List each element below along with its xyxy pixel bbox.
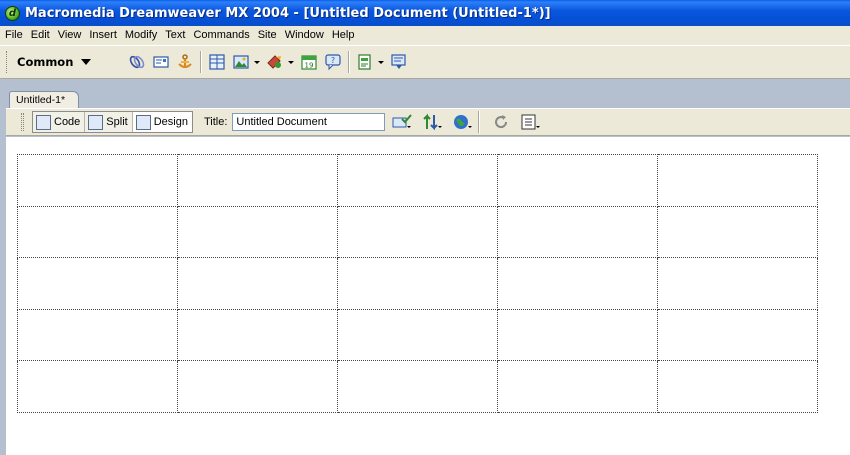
image-icon[interactable]	[230, 51, 252, 73]
comment-icon[interactable]: ?	[322, 51, 344, 73]
split-view-button[interactable]: Split	[85, 112, 133, 132]
svg-text:19: 19	[305, 62, 314, 70]
design-canvas[interactable]	[6, 137, 850, 455]
table-cell[interactable]	[337, 308, 498, 362]
table-cell[interactable]	[337, 154, 498, 207]
table-cell[interactable]	[177, 154, 338, 207]
toolbar-grip[interactable]	[21, 113, 24, 131]
insert-category-dropdown[interactable]: Common	[17, 55, 125, 69]
window-title: Macromedia Dreamweaver MX 2004 - [Untitl…	[25, 5, 551, 21]
split-view-icon	[88, 114, 104, 130]
table-cell[interactable]	[657, 308, 818, 362]
table-cell[interactable]	[177, 360, 338, 413]
toolbar-separator	[478, 111, 481, 133]
menu-modify[interactable]: Modify	[121, 27, 161, 44]
insert-toolbar: Common 19 ?	[0, 45, 850, 79]
dreamweaver-logo-icon[interactable]: d	[5, 5, 20, 21]
table-cell[interactable]	[177, 205, 338, 259]
table-cell[interactable]	[17, 205, 178, 259]
table-cell[interactable]	[657, 154, 818, 207]
hyperlink-icon[interactable]	[126, 51, 148, 73]
chevron-down-icon	[81, 59, 92, 65]
validate-icon[interactable]	[421, 111, 445, 133]
media-icon[interactable]	[264, 51, 286, 73]
design-view-label: Design	[153, 116, 188, 128]
table-cell[interactable]	[337, 360, 498, 413]
table-cell[interactable]	[17, 360, 178, 413]
toolbar-grip[interactable]	[6, 51, 10, 73]
table-cell[interactable]	[497, 154, 658, 207]
menu-view[interactable]: View	[54, 27, 86, 44]
table-cell[interactable]	[177, 257, 338, 310]
table-cell[interactable]	[17, 154, 178, 207]
file-management-icon[interactable]	[391, 111, 415, 133]
table-row	[17, 257, 818, 310]
table-row	[17, 154, 818, 207]
document-toolbar: Code Split Design Title:	[6, 108, 850, 136]
tab-untitled-1[interactable]: Untitled-1*	[9, 91, 79, 109]
code-view-icon	[36, 114, 51, 130]
table-cell[interactable]	[497, 205, 658, 259]
table-icon[interactable]	[206, 51, 228, 73]
templates-icon[interactable]	[354, 51, 376, 73]
table-row	[17, 308, 818, 362]
table-cell[interactable]	[497, 308, 658, 362]
menu-commands[interactable]: Commands	[189, 27, 253, 44]
table-cell[interactable]	[657, 360, 818, 413]
window-title-bar[interactable]: d Macromedia Dreamweaver MX 2004 - [Unti…	[0, 0, 850, 26]
table-cell[interactable]	[497, 360, 658, 413]
table-row	[17, 205, 818, 259]
table-cell[interactable]	[177, 308, 338, 362]
title-label: Title:	[203, 116, 228, 128]
media-dropdown-arrow[interactable]	[288, 60, 294, 64]
table-cell[interactable]	[337, 257, 498, 310]
refresh-icon[interactable]	[489, 111, 513, 133]
insert-category-label: Common	[17, 55, 74, 69]
code-view-label: Code	[54, 116, 81, 128]
design-view-icon	[135, 114, 151, 130]
tag-chooser-icon[interactable]	[388, 51, 410, 73]
design-view-button[interactable]: Design	[132, 112, 192, 132]
preview-browser-icon[interactable]	[451, 111, 475, 133]
code-view-button[interactable]: Code	[33, 112, 86, 132]
email-link-icon[interactable]	[150, 51, 172, 73]
table-cell[interactable]	[657, 205, 818, 259]
view-options-icon[interactable]	[519, 111, 543, 133]
menu-window[interactable]: Window	[281, 27, 328, 44]
menu-edit[interactable]: Edit	[27, 27, 54, 44]
image-dropdown-arrow[interactable]	[254, 60, 260, 64]
menu-text[interactable]: Text	[161, 27, 189, 44]
toolbar-separator	[200, 51, 202, 73]
date-icon[interactable]: 19	[298, 51, 320, 73]
templates-dropdown-arrow[interactable]	[378, 60, 384, 64]
menu-bar: File Edit View Insert Modify Text Comman…	[0, 26, 850, 45]
split-view-label: Split	[106, 116, 128, 128]
menu-site[interactable]: Site	[254, 27, 281, 44]
document-window: Untitled-1* Code Split Design Title:	[0, 79, 850, 455]
menu-file[interactable]: File	[1, 27, 27, 44]
view-mode-group: Code Split Design	[32, 111, 193, 133]
svg-text:?: ?	[331, 56, 335, 65]
table-cell[interactable]	[337, 205, 498, 259]
table-cell[interactable]	[17, 257, 178, 310]
toolbar-separator	[348, 51, 350, 73]
table-row	[17, 360, 818, 413]
named-anchor-icon[interactable]	[174, 51, 196, 73]
menu-help[interactable]: Help	[328, 27, 359, 44]
table-cell[interactable]	[657, 257, 818, 310]
table-cell[interactable]	[17, 308, 178, 362]
document-title-input[interactable]	[232, 113, 386, 131]
document-tab-strip: Untitled-1*	[0, 87, 850, 109]
menu-insert[interactable]: Insert	[85, 27, 121, 44]
table-cell[interactable]	[497, 257, 658, 310]
layout-table[interactable]	[17, 154, 818, 413]
